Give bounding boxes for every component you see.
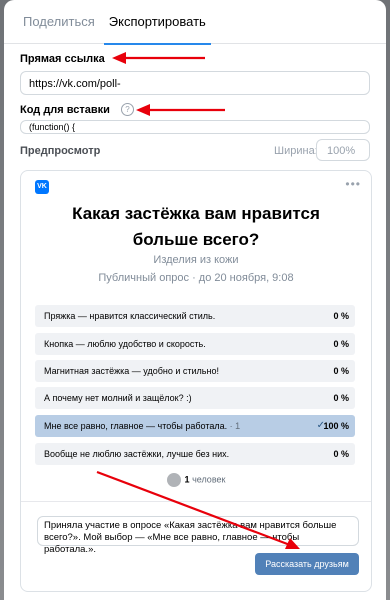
direct-link-input[interactable]: https://vk.com/poll- bbox=[20, 71, 370, 95]
width-input[interactable]: 100% bbox=[316, 139, 370, 161]
poll-option-text: Кнопка — люблю удобство и скорость. bbox=[44, 339, 206, 349]
poll-option[interactable]: А почему нет молний и защёлок? :) 0 % bbox=[35, 387, 355, 409]
voters-summary[interactable]: 1 человек bbox=[21, 473, 371, 487]
avatar bbox=[166, 473, 181, 487]
poll-option-percent: 0 % bbox=[333, 311, 349, 321]
poll-option-text: Вообще не люблю застёжки, лучше без них. bbox=[44, 449, 230, 459]
poll-option[interactable]: Кнопка — люблю удобство и скорость. 0 % bbox=[35, 333, 355, 355]
poll-option[interactable]: Магнитная застёжка — удобно и стильно! 0… bbox=[35, 360, 355, 382]
export-modal: Поделиться Экспортировать Прямая ссылка … bbox=[4, 0, 386, 600]
poll-option-text: Пряжка — нравится классический стиль. bbox=[44, 311, 216, 321]
poll-option-text: Мне все равно, главное — чтобы работала.… bbox=[44, 415, 240, 437]
poll-group: Изделия из кожи bbox=[153, 254, 239, 266]
embed-code-label: Код для вставки bbox=[20, 104, 110, 116]
preview-label: Предпросмотр bbox=[20, 145, 101, 157]
poll-preview-card: VK ••• Какая застёжка вам нравится больш… bbox=[20, 170, 372, 592]
poll-option-text: А почему нет молний и защёлок? :) bbox=[44, 393, 192, 403]
direct-link-label: Прямая ссылка bbox=[20, 53, 105, 65]
help-icon[interactable]: ? bbox=[121, 103, 134, 116]
more-icon[interactable]: ••• bbox=[345, 177, 361, 191]
poll-option-percent: 0 % bbox=[333, 393, 349, 403]
vk-logo-icon: VK bbox=[35, 180, 49, 194]
share-button[interactable]: Рассказать друзьям bbox=[255, 553, 359, 575]
share-area: Приняла участие в опросе «Какая застёжка… bbox=[21, 501, 371, 592]
poll-option-percent: 0 % bbox=[333, 339, 349, 349]
poll-option-text: Магнитная застёжка — удобно и стильно! bbox=[44, 366, 219, 376]
tab-bar: Поделиться Экспортировать bbox=[4, 0, 386, 45]
poll-option-selected[interactable]: Мне все равно, главное — чтобы работала.… bbox=[35, 415, 355, 437]
tab-share[interactable]: Поделиться bbox=[18, 0, 100, 43]
share-text-field[interactable]: Приняла участие в опросе «Какая застёжка… bbox=[37, 516, 359, 555]
poll-option[interactable]: Вообще не люблю застёжки, лучше без них.… bbox=[35, 443, 355, 465]
embed-code-textarea[interactable]: (function() { bbox=[20, 120, 370, 134]
poll-meta: Публичный опрос · до 20 ноября, 9:08 bbox=[98, 272, 294, 284]
poll-option-label: Мне все равно, главное — чтобы работала. bbox=[44, 421, 228, 431]
poll-option-percent: 0 % bbox=[333, 449, 349, 459]
width-label: Ширина: bbox=[274, 145, 318, 157]
poll-title: Какая застёжка вам нравится больше всего… bbox=[72, 204, 320, 249]
tab-export[interactable]: Экспортировать bbox=[103, 0, 211, 45]
voters-label: человек bbox=[189, 474, 226, 485]
poll-option[interactable]: Пряжка — нравится классический стиль. 0 … bbox=[35, 305, 355, 327]
poll-option-count: · 1 bbox=[227, 421, 241, 431]
poll-option-percent: 0 % bbox=[333, 366, 349, 376]
poll-option-percent: 100 % bbox=[323, 421, 349, 431]
